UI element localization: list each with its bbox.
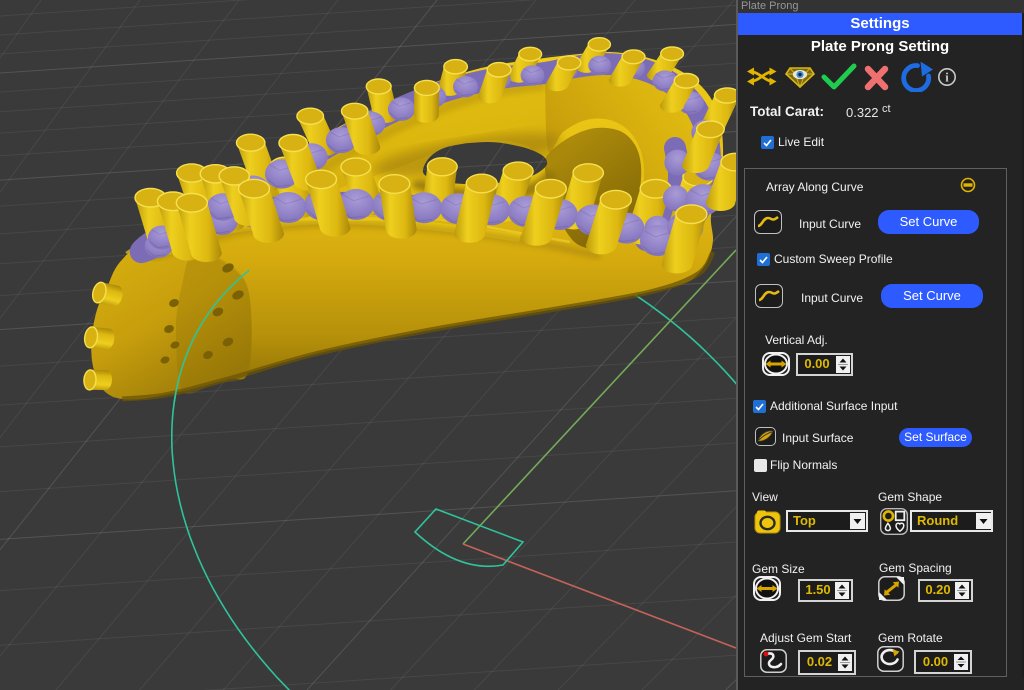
svg-text:i: i [945, 71, 949, 85]
